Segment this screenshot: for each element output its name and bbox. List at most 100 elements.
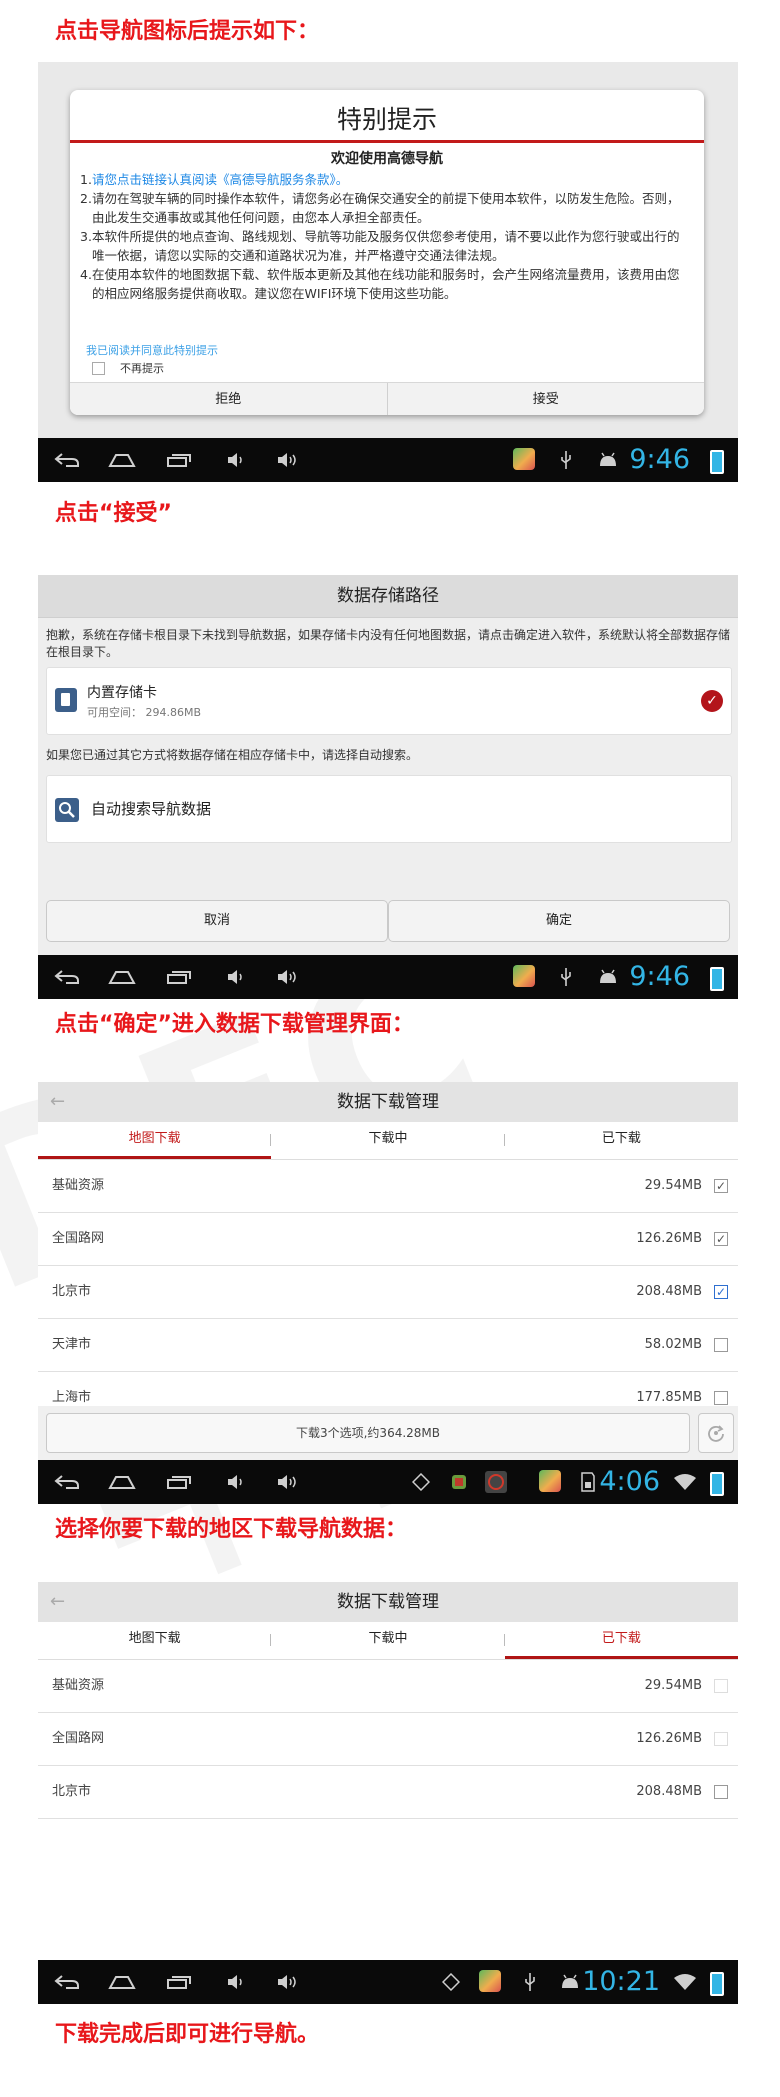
system-nav-bar-3: 4:06 — [38, 1460, 738, 1504]
reject-button[interactable]: 拒绝 — [70, 383, 388, 415]
clock: 10:21 — [582, 1966, 660, 1997]
no-remind-label: 不再提示 — [120, 362, 164, 375]
selected-check-icon: ✓ — [701, 690, 723, 712]
dialog-title: 特别提示 — [336, 105, 437, 134]
list-item[interactable]: 基础资源 29.54MB ✓ — [38, 1160, 738, 1213]
tab-downloading[interactable]: 下载中 — [271, 1622, 505, 1659]
caption-4: 选择你要下载的地区下载导航数据： — [55, 1517, 408, 1542]
home-icon[interactable] — [106, 1460, 138, 1504]
android-debug-icon — [596, 438, 620, 482]
recent-apps-icon[interactable] — [164, 1460, 194, 1504]
checkbox[interactable] — [714, 1391, 728, 1405]
download-tabs: 地图下载 下载中 已下载 — [38, 1122, 738, 1160]
list-item[interactable]: 北京市 208.48MB ✓ — [38, 1266, 738, 1319]
storage-path-screen: 数据存储路径 抱歉，系统在存储卡根目录下未找到导航数据，如果存储卡内没有任何地图… — [38, 575, 738, 955]
recent-apps-icon[interactable] — [164, 1960, 194, 2004]
storage-name: 内置存储卡 — [87, 685, 157, 701]
sd-card-icon — [55, 688, 77, 712]
ack-link[interactable]: 我已阅读并同意此特别提示 — [86, 342, 218, 358]
tab-downloaded[interactable]: 已下载 — [505, 1122, 738, 1159]
confirm-button[interactable]: 确定 — [388, 900, 730, 942]
checkbox[interactable] — [714, 1679, 728, 1693]
volume-down-icon[interactable] — [224, 1960, 248, 2004]
wifi-icon — [672, 1960, 698, 2004]
app-notification-icon — [513, 965, 535, 987]
checkbox[interactable]: ✓ — [714, 1179, 728, 1193]
checkbox[interactable]: ✓ — [714, 1232, 728, 1246]
app-notification-icon — [479, 1970, 501, 1992]
clock: 9:46 — [629, 961, 690, 992]
download-selected-button[interactable]: 下载3个选项,约364.28MB — [46, 1413, 690, 1453]
tab-map-download[interactable]: 地图下载 — [38, 1622, 272, 1659]
android-debug-icon — [558, 1960, 582, 2004]
cancel-button[interactable]: 取消 — [46, 900, 388, 942]
volume-up-icon[interactable] — [274, 438, 300, 482]
list-item[interactable]: 天津市 58.02MB — [38, 1319, 738, 1372]
battery-icon — [710, 1472, 724, 1496]
usb-icon — [520, 1960, 540, 2004]
system-nav-bar-4: 10:21 — [38, 1960, 738, 2004]
no-remind-checkbox[interactable] — [92, 362, 105, 375]
list-item[interactable]: 基础资源 29.54MB — [38, 1660, 738, 1713]
term-4: 4.在使用本软件的地图数据下载、软件版本更新及其他在线功能和服务时，会产生网络流… — [80, 267, 680, 301]
storage-notice: 抱歉，系统在存储卡根目录下未找到导航数据，如果存储卡内没有任何地图数据，请点击确… — [46, 628, 731, 659]
tab-downloaded[interactable]: 已下载 — [504, 1622, 738, 1659]
internal-storage-card[interactable]: 内置存储卡 可用空间： 294.86MB ✓ — [46, 667, 732, 735]
accept-button[interactable]: 接受 — [388, 383, 705, 415]
volume-up-icon[interactable] — [274, 1960, 300, 2004]
back-icon[interactable] — [52, 438, 82, 482]
home-icon[interactable] — [106, 955, 138, 999]
search-icon — [55, 798, 79, 822]
special-notice-dialog: 特别提示 欢迎使用高德导航 1.请您点击链接认真阅读《高德导航服务条款》。 2.… — [70, 90, 704, 415]
checkbox[interactable] — [714, 1785, 728, 1799]
download-tabs: 地图下载 下载中 已下载 — [38, 1622, 738, 1660]
volume-down-icon[interactable] — [224, 1460, 248, 1504]
checkbox[interactable] — [714, 1338, 728, 1352]
home-icon[interactable] — [106, 1960, 138, 2004]
checkbox[interactable]: ✓ — [714, 1285, 728, 1299]
list-item[interactable]: 全国路网 126.26MB — [38, 1713, 738, 1766]
volume-down-icon[interactable] — [224, 438, 248, 482]
recent-apps-icon[interactable] — [164, 955, 194, 999]
home-icon[interactable] — [106, 438, 138, 482]
auto-search-card[interactable]: 自动搜索导航数据 — [46, 775, 732, 843]
storage-title: 数据存储路径 — [38, 575, 738, 618]
tab-map-download[interactable]: 地图下载 — [38, 1122, 272, 1159]
map-app-icon — [483, 1460, 509, 1504]
refresh-icon[interactable] — [698, 1413, 734, 1453]
system-nav-bar-1: 9:46 — [38, 438, 738, 482]
volume-down-icon[interactable] — [224, 955, 248, 999]
caption-2: 点击“接受” — [55, 501, 172, 526]
recent-apps-icon[interactable] — [164, 438, 194, 482]
list-item[interactable]: 全国路网 126.26MB ✓ — [38, 1213, 738, 1266]
volume-up-icon[interactable] — [274, 1460, 300, 1504]
back-icon[interactable] — [52, 1460, 82, 1504]
battery-icon — [710, 967, 724, 991]
download-title: 数据下载管理 — [337, 1592, 439, 1612]
back-icon[interactable] — [52, 1960, 82, 2004]
term-2: 2.请勿在驾驶车辆的同时操作本软件，请您务必在确保交通安全的前提下使用本软件，以… — [80, 191, 680, 225]
list-item[interactable]: 北京市 208.48MB — [38, 1766, 738, 1819]
caption-5: 下载完成后即可进行导航。 — [55, 2022, 320, 2047]
gps-icon — [410, 1460, 432, 1504]
tab-downloading[interactable]: 下载中 — [271, 1122, 505, 1159]
dialog-subtitle: 欢迎使用高德导航 — [331, 151, 443, 167]
storage-space: 可用空间： 294.86MB — [87, 706, 202, 719]
checkbox[interactable] — [714, 1732, 728, 1746]
download-title: 数据下载管理 — [337, 1092, 439, 1112]
clock: 4:06 — [599, 1466, 660, 1497]
volume-up-icon[interactable] — [274, 955, 300, 999]
battery-icon — [710, 450, 724, 474]
app-notification-icon — [513, 448, 535, 470]
caption-3: 点击“确定”进入数据下载管理界面： — [55, 1012, 414, 1037]
terms-link[interactable]: 请您点击链接认真阅读《高德导航服务条款》。 — [92, 172, 348, 187]
terms-list: 1.请您点击链接认真阅读《高德导航服务条款》。 2.请勿在驾驶车辆的同时操作本软… — [80, 170, 690, 303]
back-icon[interactable] — [52, 955, 82, 999]
auto-search-hint: 如果您已通过其它方式将数据存储在相应存储卡中，请选择自动搜索。 — [46, 748, 419, 762]
download-header: ← 数据下载管理 — [38, 1582, 738, 1622]
auto-search-label: 自动搜索导航数据 — [91, 800, 212, 818]
dialog-divider — [70, 140, 704, 143]
battery-icon — [710, 1972, 724, 1996]
dialog-buttons: 拒绝 接受 — [70, 382, 704, 415]
download-bar: 下载3个选项,约364.28MB — [38, 1406, 738, 1460]
